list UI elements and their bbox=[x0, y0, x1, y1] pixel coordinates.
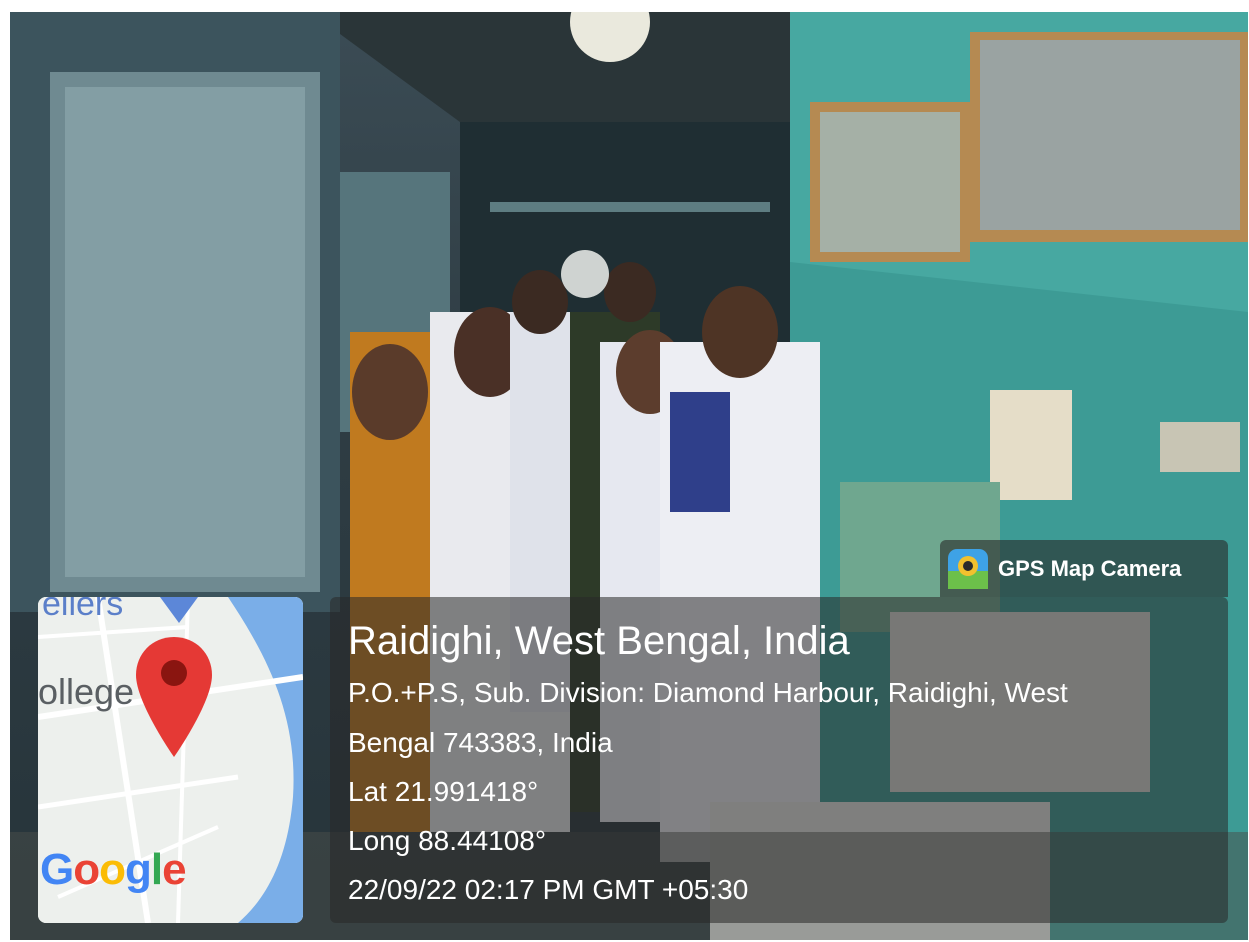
badge-label: GPS Map Camera bbox=[998, 556, 1182, 581]
place-name: Raidighi, West Bengal, India bbox=[348, 619, 850, 663]
map-pin-camera-icon bbox=[948, 549, 988, 589]
address-line-2: Bengal 743383, India bbox=[348, 727, 613, 758]
location-info-panel: Raidighi, West Bengal, India P.O.+P.S, S… bbox=[330, 597, 1228, 923]
google-logo: Google bbox=[40, 845, 187, 894]
address-line-1: P.O.+P.S, Sub. Division: Diamond Harbour… bbox=[348, 677, 1068, 708]
gps-map-camera-badge: GPS Map Camera bbox=[940, 540, 1228, 597]
location-pin-icon bbox=[136, 637, 212, 757]
latitude: Lat 21.991418° bbox=[348, 776, 539, 807]
map-label-top: ellers bbox=[42, 597, 124, 623]
map-label-left: ollege bbox=[38, 671, 135, 712]
longitude: Long 88.44108° bbox=[348, 825, 547, 856]
location-map-thumbnail: ellers ollege Google bbox=[38, 597, 303, 923]
timestamp: 22/09/22 02:17 PM GMT +05:30 bbox=[348, 874, 749, 905]
